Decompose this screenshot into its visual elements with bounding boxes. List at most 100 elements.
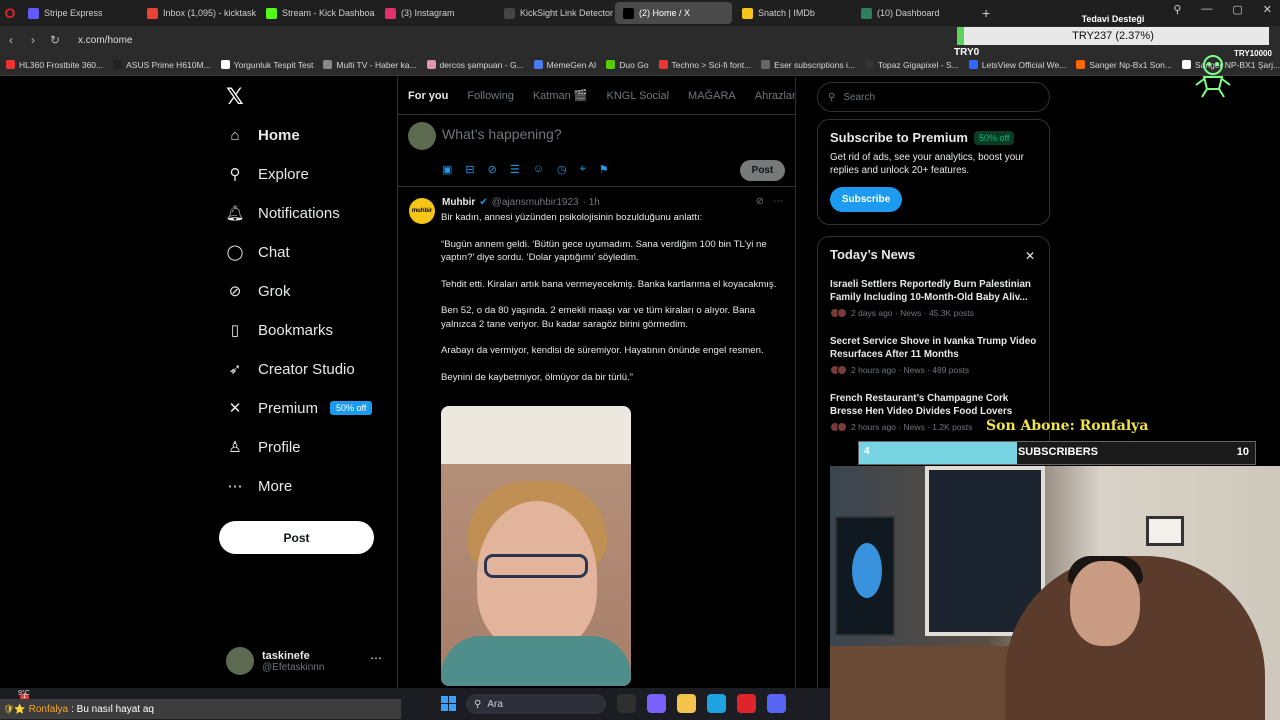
air-conditioner — [441, 406, 631, 464]
browser-tab[interactable]: Stream - Kick Dashboard — [258, 2, 375, 24]
news-item[interactable]: Israeli Settlers Reportedly Burn Palesti… — [830, 278, 1037, 318]
news-item[interactable]: Secret Service Shove in Ivanka Trump Vid… — [830, 335, 1037, 375]
premium-title-text: Subscribe to Premium — [830, 130, 968, 145]
more-icon[interactable]: ⋯ — [370, 651, 382, 665]
sidebar-item-bookmarks[interactable]: ▯ Bookmarks — [226, 321, 334, 340]
browser-tab[interactable]: (10) Dashboard — [853, 2, 970, 24]
url-field[interactable]: x.com/home — [78, 35, 132, 46]
reload-button[interactable]: ↻ — [44, 33, 66, 47]
bookmark-item[interactable]: Techno > Sci-fi font... — [658, 60, 751, 70]
sidebar-item-label: Bookmarks — [258, 321, 334, 339]
timeline-tab[interactable]: For you — [408, 90, 448, 102]
browser-tab[interactable]: (3) Instagram — [377, 2, 494, 24]
bookmark-item[interactable]: LetsView Official We... — [968, 59, 1067, 70]
browser-tab[interactable]: Snatch | IMDb — [734, 2, 851, 24]
bookmark-label: Sanger Np-Bx1 Son... — [1089, 59, 1172, 70]
emoji-icon[interactable]: ☺ — [533, 163, 544, 176]
file-explorer-icon[interactable] — [617, 694, 636, 713]
gif-icon[interactable]: ⊟ — [465, 163, 474, 176]
donation-title: Tedavi Desteği — [1081, 14, 1145, 24]
opera-icon[interactable] — [737, 694, 756, 713]
schedule-icon[interactable]: ◷ — [557, 163, 567, 176]
compose-input[interactable]: What’s happening? — [442, 126, 562, 142]
post-button[interactable]: Post — [219, 521, 374, 554]
sidebar-item-chat[interactable]: ◯ Chat — [226, 243, 290, 262]
sidebar-item-label: Creator Studio — [258, 360, 355, 378]
bookmark-item[interactable]: Multi TV - Haber ka... — [323, 60, 417, 70]
timeline-tab[interactable]: Following — [467, 90, 513, 102]
poll-icon[interactable]: ☰ — [510, 163, 520, 176]
sidebar-item-grok[interactable]: ⊘ Grok — [226, 282, 291, 301]
bookmark-item[interactable]: Duo Go — [606, 60, 649, 70]
grok-icon[interactable]: ⊘ — [756, 196, 764, 207]
avatar — [226, 647, 254, 675]
more-icon[interactable]: ⋯ — [773, 196, 783, 207]
bookmark-item[interactable]: dercos şampuan - G... — [426, 60, 524, 70]
browser-tab[interactable]: (2) Home / X — [615, 2, 732, 24]
sidebar-item-creator-studio[interactable]: ➶ Creator Studio — [226, 360, 355, 379]
tweet-time[interactable]: · 1h — [583, 197, 600, 208]
tweet[interactable]: muhbir Muhbir ✔ @ajansmuhbir1923 · 1h ⊘ … — [398, 187, 795, 687]
browser-tab[interactable]: KickSight Link Detector — [496, 2, 613, 24]
person-icon: ♙ — [228, 439, 242, 456]
compose-post-button[interactable]: Post — [740, 160, 785, 181]
bookmark-label: Topaz Gigapixel - S... — [877, 59, 959, 70]
windows-start-icon[interactable] — [441, 696, 456, 711]
bell-icon: 🔔︎ — [225, 205, 245, 222]
sidebar-item-notifications[interactable]: 🔔︎ Notifications — [225, 204, 339, 223]
subscriber-goal-bar: 4 SUBSCRIBERS 10 — [858, 441, 1256, 465]
taskbar-search[interactable]: ⚲ Ara — [466, 694, 606, 714]
bookmark-favicon-icon — [426, 60, 436, 69]
bookmark-label: LetsView Official We... — [981, 59, 1067, 70]
bookmark-item[interactable]: MemeGen AI — [533, 60, 596, 70]
edge-icon[interactable] — [707, 694, 726, 713]
sidebar-item-profile[interactable]: ♙ Profile — [226, 438, 300, 457]
close-icon[interactable]: ✕ — [1025, 249, 1035, 263]
sidebar-item-home[interactable]: ⌂ Home — [226, 126, 299, 144]
tab-label: Stream - Kick Dashboard — [282, 8, 375, 18]
news-meta: 2 hours ago · News · 1.2K posts — [851, 422, 973, 432]
location-icon[interactable]: ⌖ — [580, 163, 586, 176]
account-switcher[interactable]: taskinefe @Efetaskinnn ⋯ — [226, 643, 386, 679]
news-meta-row: 2 hours ago · News · 489 posts — [830, 365, 1037, 375]
discord-icon[interactable] — [767, 694, 786, 713]
bookmark-item[interactable]: Sanger Np-Bx1 Son... — [1076, 60, 1172, 70]
timeline-tabs: For you Following Katman 🎬 KNGL Social MAĞAR… — [398, 77, 795, 115]
weather-widget[interactable]: 9°C — [18, 690, 30, 697]
tweet-author-handle[interactable]: @ajansmuhbir1923 — [492, 197, 579, 208]
sidebar-item-premium[interactable]: ✕ Premium 50% off — [226, 399, 373, 417]
tab-favicon-icon — [623, 7, 634, 19]
subscribe-button[interactable]: Subscribe — [830, 187, 902, 212]
subscriber-label: SUBSCRIBERS — [1017, 446, 1099, 458]
bookmark-item[interactable]: Yorgunluk Tespit Test — [220, 60, 313, 70]
tweet-avatar[interactable]: muhbir — [409, 198, 435, 224]
news-headline: Israeli Settlers Reportedly Burn Palesti… — [830, 279, 1031, 303]
bookmark-favicon-icon — [220, 60, 230, 69]
sidebar-item-explore[interactable]: ⚲ Explore — [226, 165, 309, 184]
folder-icon[interactable] — [677, 694, 696, 713]
browser-tab[interactable]: Stripe Express — [20, 2, 137, 24]
back-button[interactable]: ‹ — [0, 33, 22, 47]
search-input[interactable]: ⚲ Search — [817, 82, 1050, 112]
image-icon[interactable]: ▣ — [442, 163, 452, 176]
bookmark-item[interactable]: ASUS Prime H610M... — [113, 60, 211, 70]
flag-icon[interactable]: ⚑ — [599, 163, 609, 176]
grok-icon[interactable]: ⊘ — [488, 163, 497, 176]
x-logo-icon[interactable]: 𝕏 — [226, 85, 244, 110]
tweet-video[interactable] — [441, 406, 631, 686]
bookmark-label: ASUS Prime H610M... — [126, 59, 211, 70]
news-headline: French Restaurant’s Champagne Cork Bress… — [830, 393, 1013, 417]
bookmark-item[interactable]: Eser subscriptions i... — [761, 60, 855, 70]
bookmark-item[interactable]: HL360 Frostbite 360... — [6, 60, 103, 70]
tweet-author-name[interactable]: Muhbir — [442, 197, 475, 208]
browser-tab[interactable]: Inbox (1,095) - kicktaskine — [139, 2, 256, 24]
sidebar-item-more[interactable]: ⋯ More — [226, 477, 293, 496]
timeline-tab[interactable]: Katman 🎬 — [533, 89, 588, 102]
opera-logo-icon[interactable]: O — [0, 0, 20, 26]
timeline-tab[interactable]: Ahrazlar — [755, 90, 795, 102]
bookmark-item[interactable]: Topaz Gigapixel - S... — [864, 59, 959, 70]
forward-button[interactable]: › — [22, 33, 44, 47]
timeline-tab[interactable]: KNGL Social — [606, 90, 669, 102]
copilot-icon[interactable] — [647, 694, 666, 713]
timeline-tab[interactable]: MAĞARA — [688, 90, 736, 102]
